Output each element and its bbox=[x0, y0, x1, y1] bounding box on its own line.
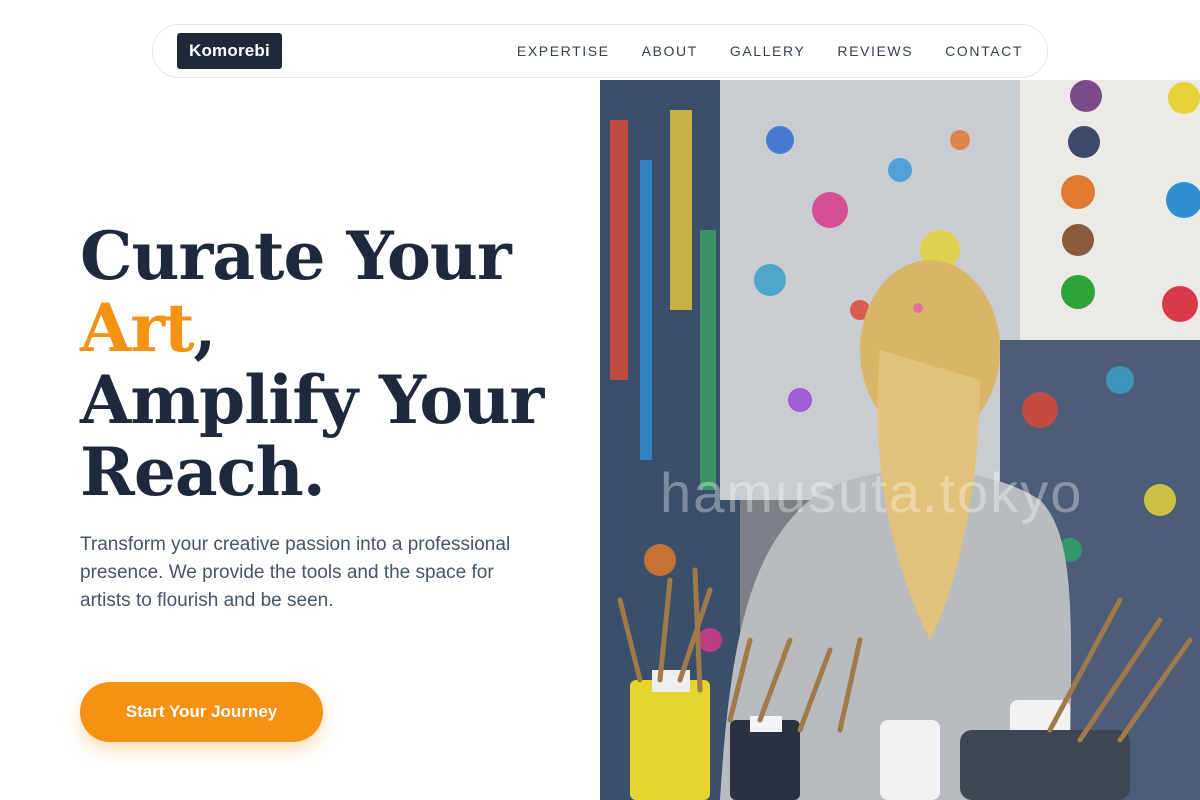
brand-logo[interactable]: Komorebi bbox=[177, 33, 282, 69]
nav-link-about[interactable]: ABOUT bbox=[642, 43, 698, 59]
hero-title: Curate Your Art, Amplify Your Reach. bbox=[80, 220, 560, 508]
hero-title-line3: Amplify Your bbox=[80, 361, 544, 439]
hero-subtitle: Transform your creative passion into a p… bbox=[80, 534, 511, 611]
nav-links: EXPERTISE ABOUT GALLERY REVIEWS CONTACT bbox=[517, 43, 1023, 59]
hero-title-accent: Art bbox=[80, 289, 194, 367]
image-watermark: hamusuta.tokyo bbox=[660, 461, 1084, 524]
hero-title-comma: , bbox=[193, 289, 216, 367]
nav-link-contact[interactable]: CONTACT bbox=[945, 43, 1023, 59]
child-painting-studio-photo bbox=[600, 80, 1200, 800]
start-journey-button[interactable]: Start Your Journey bbox=[80, 682, 323, 742]
hero-title-line1: Curate Your bbox=[80, 217, 512, 295]
top-navigation: Komorebi EXPERTISE ABOUT GALLERY REVIEWS… bbox=[152, 24, 1048, 78]
nav-link-reviews[interactable]: REVIEWS bbox=[837, 43, 913, 59]
hero-image: hamusuta.tokyo bbox=[600, 80, 1200, 800]
hero-title-line4: Reach. bbox=[80, 433, 326, 511]
nav-link-expertise[interactable]: EXPERTISE bbox=[517, 43, 610, 59]
nav-link-gallery[interactable]: GALLERY bbox=[730, 43, 806, 59]
